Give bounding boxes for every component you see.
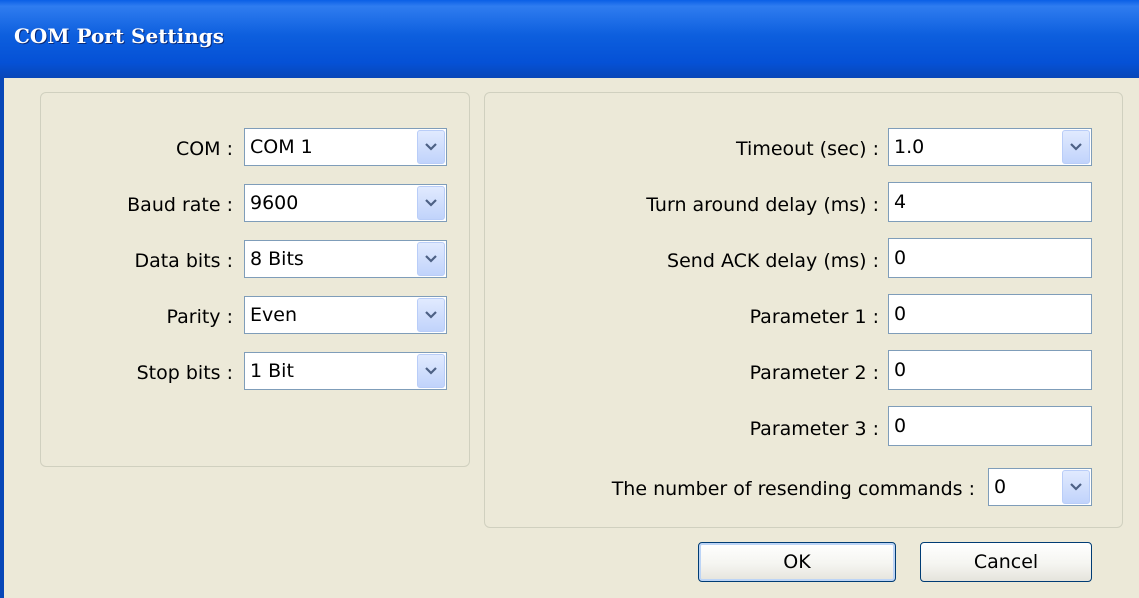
turn-around-delay-label: Turn around delay (ms) : bbox=[646, 194, 879, 216]
send-ack-delay-input[interactable]: 0 bbox=[888, 238, 1092, 278]
com-label: COM : bbox=[175, 138, 233, 160]
turn-around-delay-input[interactable]: 4 bbox=[888, 182, 1092, 222]
data-bits-select[interactable]: 8 Bits bbox=[244, 240, 447, 278]
stop-bits-select[interactable]: 1 Bit bbox=[244, 352, 447, 390]
com-select[interactable]: COM 1 bbox=[244, 128, 447, 166]
parameter-2-label: Parameter 2 : bbox=[749, 362, 879, 384]
dialog-body: COM : COM 1 Baud rate : 9600 Data bits :… bbox=[0, 78, 1139, 598]
stop-bits-label: Stop bits : bbox=[136, 362, 233, 384]
resend-count-label: The number of resending commands : bbox=[611, 478, 975, 500]
ok-button[interactable]: OK bbox=[698, 542, 896, 582]
title-bar[interactable]: COM Port Settings bbox=[0, 0, 1139, 78]
baud-rate-label: Baud rate : bbox=[127, 194, 233, 216]
timeout-label: Timeout (sec) : bbox=[736, 138, 879, 160]
baud-rate-select[interactable]: 9600 bbox=[244, 184, 447, 222]
parameter-3-input[interactable]: 0 bbox=[888, 406, 1092, 446]
parity-select[interactable]: Even bbox=[244, 296, 447, 334]
parameter-3-label: Parameter 3 : bbox=[749, 418, 879, 440]
chevron-down-icon[interactable] bbox=[417, 186, 445, 220]
chevron-down-icon[interactable] bbox=[417, 242, 445, 276]
resend-count-select[interactable]: 0 bbox=[988, 468, 1092, 506]
parameter-1-input[interactable]: 0 bbox=[888, 294, 1092, 334]
send-ack-delay-label: Send ACK delay (ms) : bbox=[667, 250, 879, 272]
window-title: COM Port Settings bbox=[14, 24, 225, 48]
chevron-down-icon[interactable] bbox=[417, 354, 445, 388]
chevron-down-icon[interactable] bbox=[417, 130, 445, 164]
data-bits-label: Data bits : bbox=[134, 250, 233, 272]
parameter-2-input[interactable]: 0 bbox=[888, 350, 1092, 390]
cancel-button[interactable]: Cancel bbox=[920, 542, 1092, 582]
chevron-down-icon[interactable] bbox=[1062, 130, 1090, 164]
timeout-select[interactable]: 1.0 bbox=[888, 128, 1092, 166]
chevron-down-icon[interactable] bbox=[417, 298, 445, 332]
chevron-down-icon[interactable] bbox=[1062, 470, 1090, 504]
parameter-1-label: Parameter 1 : bbox=[749, 306, 879, 328]
parity-label: Parity : bbox=[166, 306, 233, 328]
